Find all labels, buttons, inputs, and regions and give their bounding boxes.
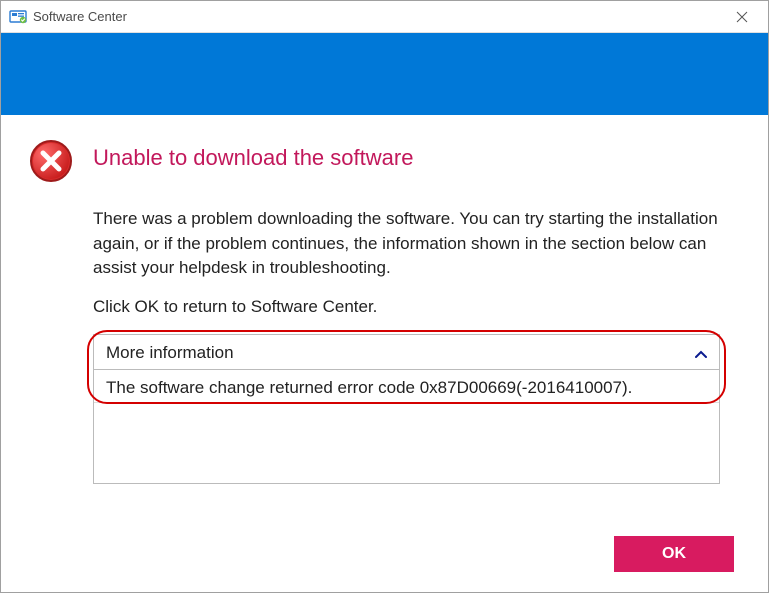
error-heading: Unable to download the software (93, 145, 413, 171)
window-title: Software Center (33, 9, 722, 24)
titlebar: Software Center (1, 1, 768, 33)
more-info-wrapper: More information The software change ret… (93, 334, 720, 484)
more-info-detail: The software change returned error code … (94, 370, 719, 403)
more-info-label: More information (106, 343, 234, 363)
ok-button[interactable]: OK (614, 536, 734, 572)
more-info-blank-area (94, 403, 719, 483)
more-info-panel: More information The software change ret… (93, 334, 720, 484)
software-center-icon (9, 8, 27, 26)
heading-row: Unable to download the software (29, 139, 740, 183)
body-text: There was a problem downloading the soft… (93, 207, 730, 320)
dialog-window: Software Center (0, 0, 769, 593)
chevron-up-icon[interactable] (695, 345, 707, 361)
error-icon (29, 139, 73, 183)
footer: OK (1, 520, 768, 592)
close-button[interactable] (722, 3, 762, 31)
body-paragraph-2: Click OK to return to Software Center. (93, 295, 730, 320)
more-info-header[interactable]: More information (94, 335, 719, 370)
content-area: Unable to download the software There wa… (1, 115, 768, 520)
body-paragraph-1: There was a problem downloading the soft… (93, 207, 730, 281)
close-icon (736, 11, 748, 23)
header-banner (1, 33, 768, 115)
